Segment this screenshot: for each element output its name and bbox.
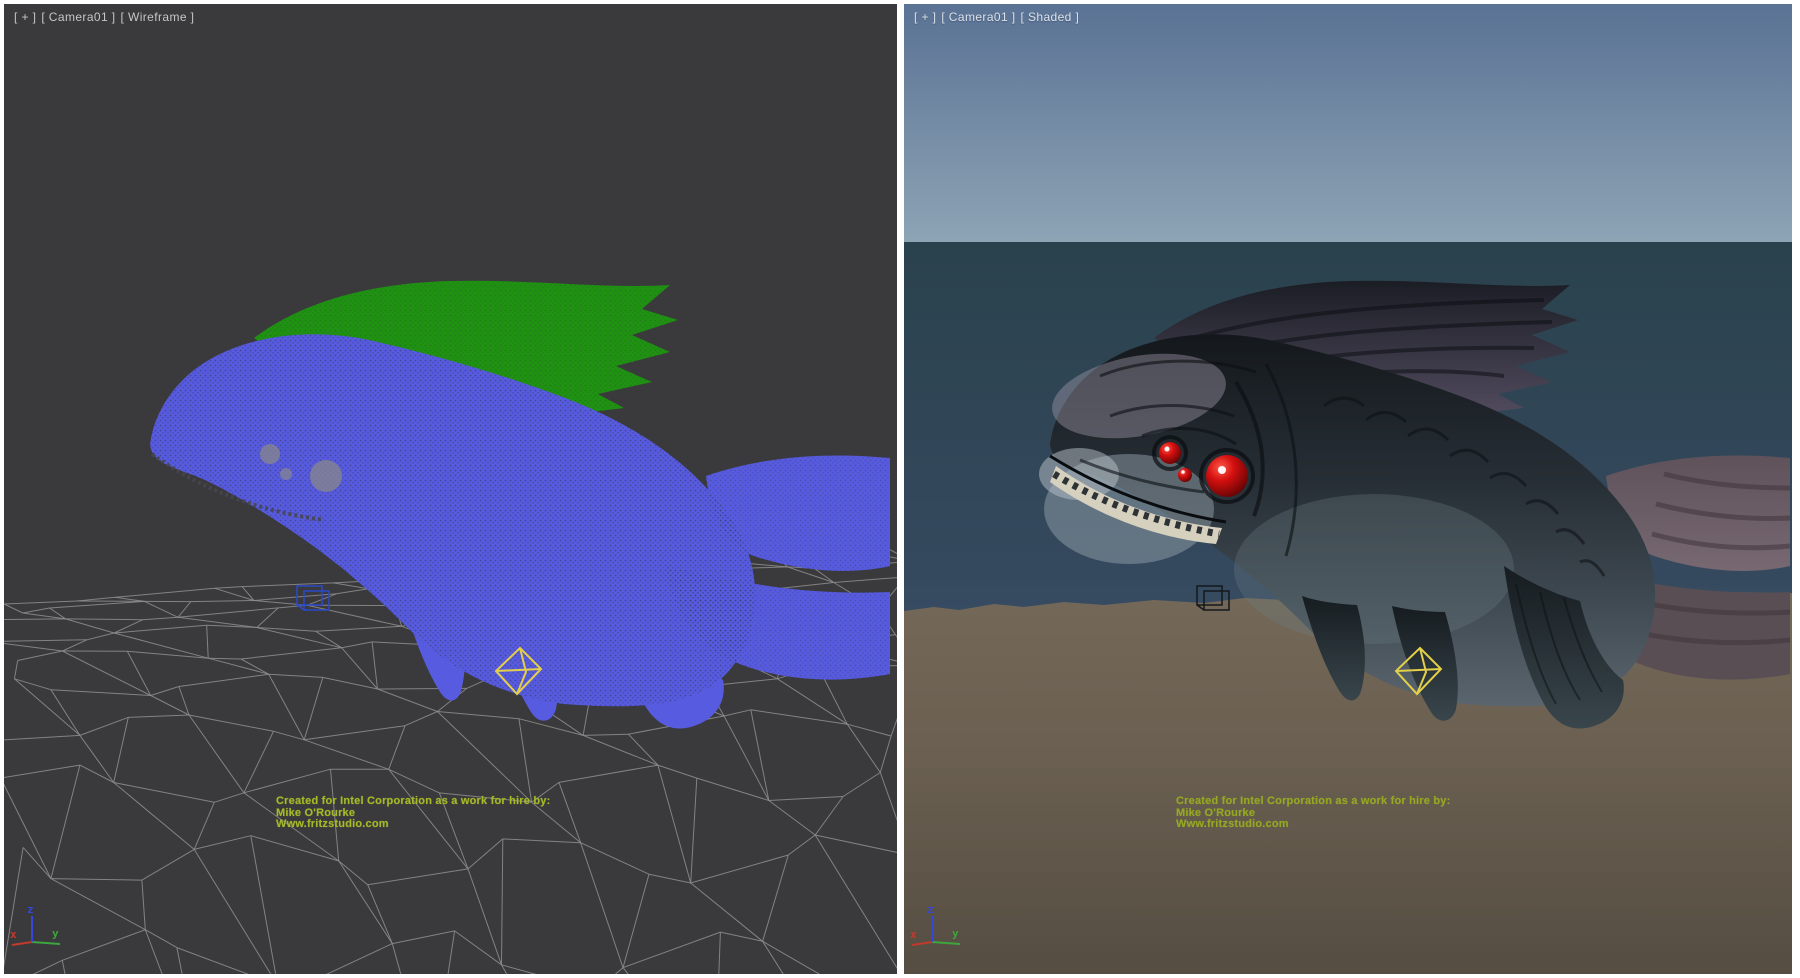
sky-backdrop bbox=[904, 4, 1792, 242]
axis-y-label: y bbox=[52, 927, 59, 940]
viewport-menu-pov[interactable]: [ Camera01 ] bbox=[941, 10, 1015, 24]
fish-eye-wire-3 bbox=[310, 460, 342, 492]
fish-eye-3 bbox=[1206, 455, 1248, 497]
fish-eye-1 bbox=[1159, 442, 1181, 464]
credit-text: Created for Intel Corporation as a work … bbox=[276, 796, 550, 831]
viewport-shaded[interactable]: x y z [ + ] [ Camera01 ] [ Shaded ] Crea… bbox=[904, 4, 1792, 974]
viewport-wireframe[interactable]: x y z [ + ] [ Camera01 ] [ Wireframe ] C… bbox=[4, 4, 897, 974]
viewport-canvas: x y z [ + ] [ Camera01 ] [ Wireframe ] C… bbox=[0, 0, 1800, 978]
axis-z-label: z bbox=[927, 903, 934, 916]
axis-y-label: y bbox=[952, 927, 959, 940]
flank-highlight bbox=[1234, 494, 1514, 644]
viewport-menu-shading[interactable]: [ Wireframe ] bbox=[121, 10, 195, 24]
axis-x-label: x bbox=[10, 928, 17, 941]
viewport-menu-shading[interactable]: [ Shaded ] bbox=[1021, 10, 1080, 24]
viewport-menu-general[interactable]: [ + ] bbox=[914, 10, 936, 24]
credit-line: Www.fritzstudio.com bbox=[276, 819, 550, 831]
credit-line: Created for Intel Corporation as a work … bbox=[276, 796, 550, 808]
axis-z-label: z bbox=[27, 903, 34, 916]
fish-eye-wire-2 bbox=[280, 468, 292, 480]
viewport-menu-pov[interactable]: [ Camera01 ] bbox=[41, 10, 115, 24]
axis-x-label: x bbox=[910, 928, 917, 941]
viewport-label: [ + ] [ Camera01 ] [ Shaded ] bbox=[914, 10, 1079, 24]
viewport-label: [ + ] [ Camera01 ] [ Wireframe ] bbox=[14, 10, 194, 24]
fish-eye-2 bbox=[1178, 468, 1192, 482]
viewport-menu-general[interactable]: [ + ] bbox=[14, 10, 36, 24]
credit-line: Www.fritzstudio.com bbox=[1176, 819, 1450, 831]
credit-text: Created for Intel Corporation as a work … bbox=[1176, 796, 1450, 831]
credit-line: Created for Intel Corporation as a work … bbox=[1176, 796, 1450, 808]
fish-eye-wire-1 bbox=[260, 444, 280, 464]
